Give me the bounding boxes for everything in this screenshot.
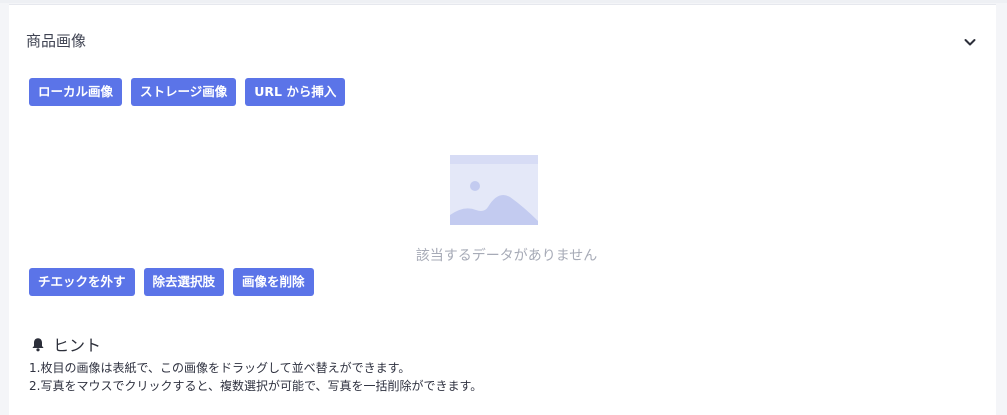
hint-list: 1.枚目の画像は表紙で、この画像をドラッグして並べ替えができます。 2.写真をマ… [29, 359, 482, 395]
local-image-button[interactable]: ローカル画像 [29, 78, 123, 106]
uncheck-button[interactable]: チエックを外す [29, 268, 135, 296]
delete-image-button[interactable]: 画像を削除 [233, 268, 314, 296]
storage-image-button[interactable]: ストレージ画像 [131, 78, 237, 106]
hint-line: 2.写真をマウスでクリックすると、複数選択が可能で、写真を一括削除ができます。 [29, 379, 483, 393]
image-placeholder-icon [450, 155, 538, 225]
page-top-border [0, 0, 1007, 3]
hint-line: 1.枚目の画像は表紙で、この画像をドラッグして並べ替えができます。 [29, 361, 411, 375]
bell-icon [32, 337, 44, 351]
panel-title: 商品画像 [26, 32, 87, 50]
collapse-toggle[interactable] [959, 31, 981, 53]
hint-heading: ヒント [31, 332, 101, 356]
empty-state: 該当するデータがありません [9, 155, 996, 265]
upload-button-group: ローカル画像 ストレージ画像 URL から挿入 [29, 78, 346, 106]
remove-selection-button[interactable]: 除去選択肢 [143, 268, 225, 296]
empty-message: 該当するデータがありません [415, 248, 598, 264]
selection-action-group: チエックを外す 除去選択肢 画像を削除 [29, 268, 314, 296]
hint-title: ヒント [53, 336, 102, 355]
chevron-down-icon [964, 39, 976, 46]
insert-from-url-button[interactable]: URL から挿入 [245, 78, 346, 106]
product-image-panel: 商品画像 ローカル画像 ストレージ画像 URL から挿入 該当するデータがありま… [9, 4, 996, 415]
